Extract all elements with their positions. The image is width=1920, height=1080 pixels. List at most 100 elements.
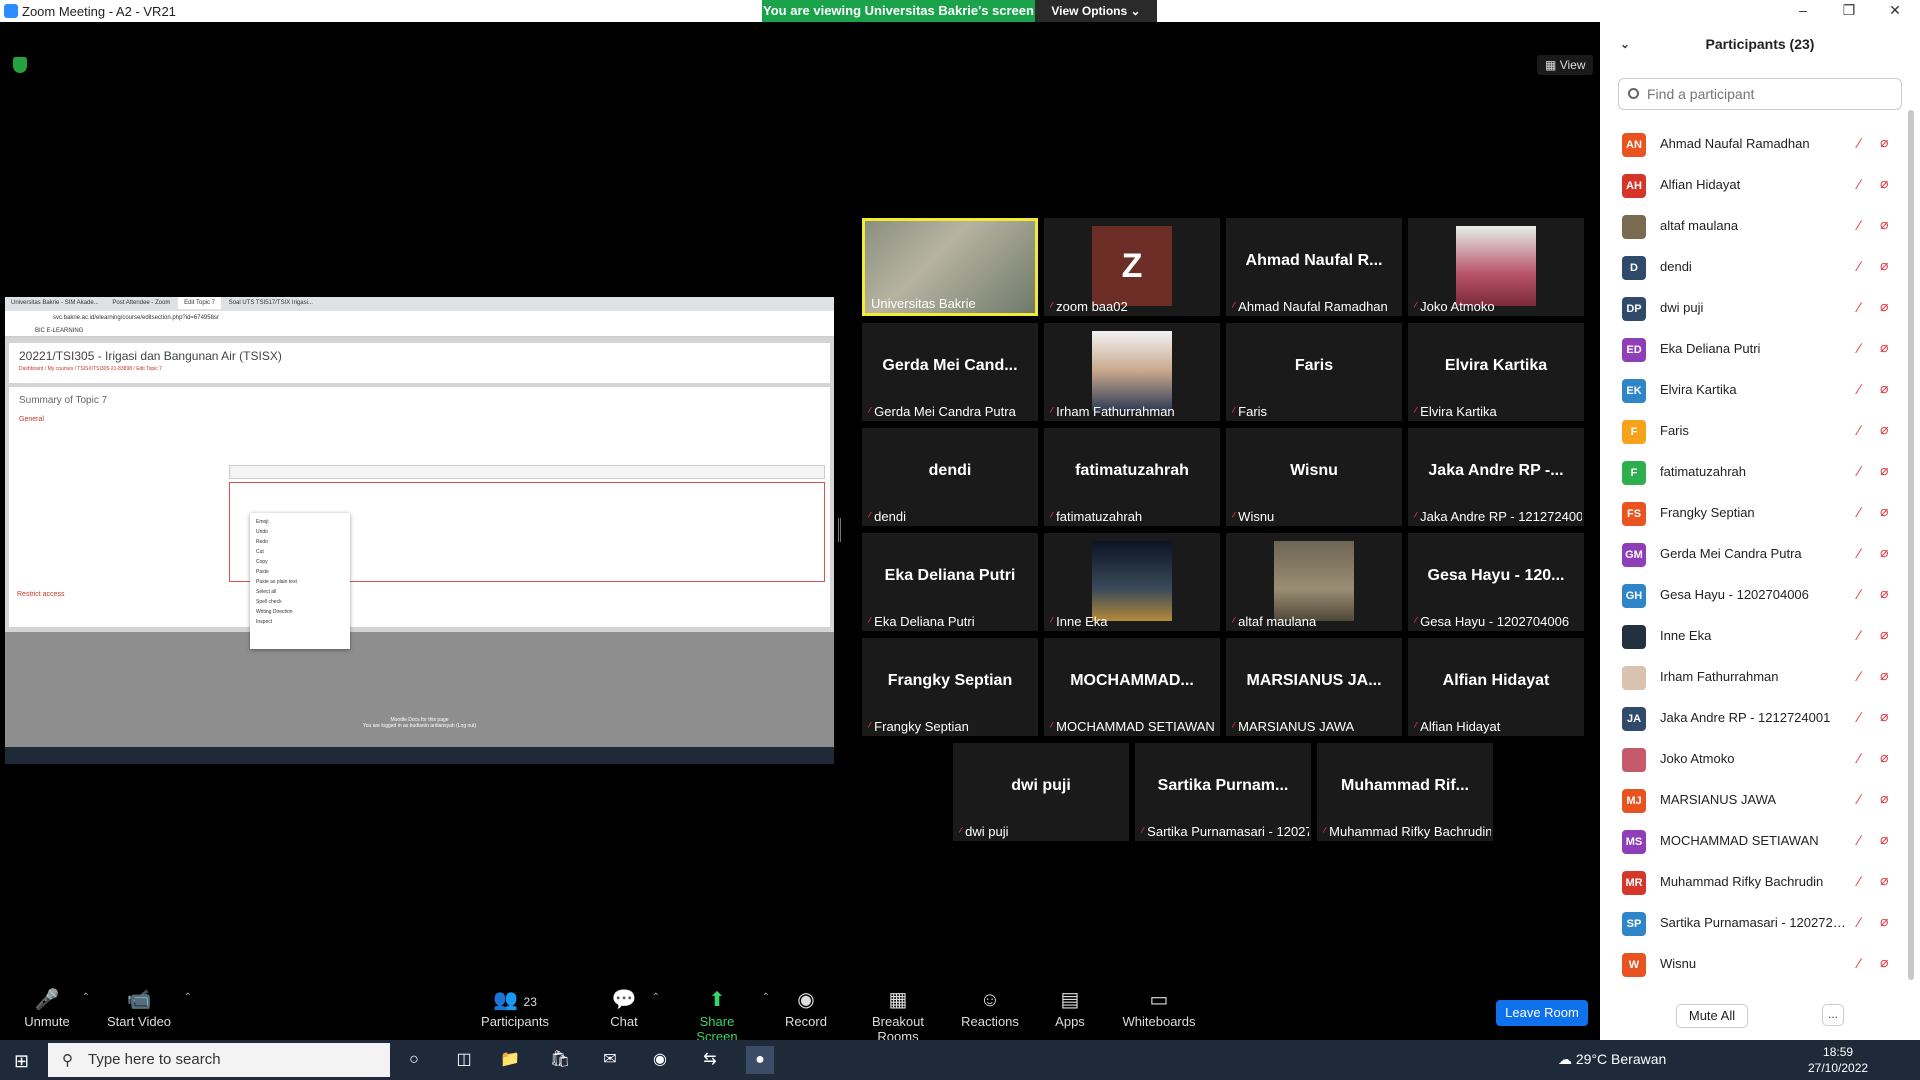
muted-mic-icon: ∕ [1858, 381, 1861, 397]
more-options-button[interactable]: ... [1822, 1004, 1844, 1026]
participant-row[interactable]: AH Alfian Hidayat ∕ ⌀ [1600, 165, 1912, 206]
participant-row[interactable]: Inne Eka ∕ ⌀ [1600, 616, 1912, 657]
chrome-icon[interactable]: ◉ [646, 1046, 674, 1074]
taskbar-search[interactable]: ⚲ Type here to search [48, 1043, 390, 1077]
maximize-button[interactable]: ❐ [1826, 2, 1872, 20]
file-explorer-icon[interactable]: 📁 [496, 1046, 524, 1074]
participant-row[interactable]: SP Sartika Purnamasari - 1202724... ∕ ⌀ [1600, 903, 1912, 944]
caret-up-icon[interactable]: ⌃ [652, 992, 660, 1003]
participant-row[interactable]: EK Elvira Kartika ∕ ⌀ [1600, 370, 1912, 411]
zoom-icon [4, 4, 18, 18]
participants-scrollbar[interactable] [1908, 110, 1914, 980]
taskbar-search-text: Type here to search [88, 1051, 221, 1068]
video-tile[interactable]: Muhammad Rif... ∕ Muhammad Rifky Bachrudin [1317, 743, 1493, 841]
participant-row[interactable]: GM Gerda Mei Candra Putra ∕ ⌀ [1600, 534, 1912, 575]
video-tile[interactable]: fatimatuzahrah ∕ fatimatuzahrah [1044, 428, 1220, 526]
task-view-icon[interactable]: ◫ [450, 1046, 478, 1074]
participant-row[interactable]: ED Eka Deliana Putri ∕ ⌀ [1600, 329, 1912, 370]
participant-row[interactable]: W Wisnu ∕ ⌀ [1600, 944, 1912, 985]
minimize-button[interactable]: – [1780, 2, 1826, 20]
cloud-icon: ☁ [1558, 1051, 1572, 1067]
caret-up-icon[interactable]: ⌃ [762, 992, 770, 1003]
muted-mic-icon: ∕ [1858, 750, 1861, 766]
view-options-button[interactable]: View Options ⌄ [1035, 0, 1157, 22]
cortana-icon[interactable]: ○ [400, 1046, 428, 1074]
video-tile[interactable]: Eka Deliana Putri ∕ Eka Deliana Putri [862, 533, 1038, 631]
participant-row[interactable]: FS Frangky Septian ∕ ⌀ [1600, 493, 1912, 534]
tile-name-label: ∕ Irham Fathurrahman [1050, 404, 1218, 419]
video-tile[interactable]: Sartika Purnam... ∕ Sartika Purnamasari - … [1135, 743, 1311, 841]
participant-row[interactable]: JA Jaka Andre RP - 1212724001 ∕ ⌀ [1600, 698, 1912, 739]
video-tile[interactable]: MOCHAMMAD... ∕ MOCHAMMAD SETIAWAN [1044, 638, 1220, 736]
participant-row[interactable]: Ddendi ∕ ⌀ [1600, 247, 1912, 288]
video-tile[interactable]: dendi ∕ dendi [862, 428, 1038, 526]
close-button[interactable]: ✕ [1872, 2, 1918, 20]
context-menu-item: Writing Direction [256, 609, 293, 615]
collapse-chevron-icon[interactable]: ⌄ [1620, 22, 1630, 66]
store-icon[interactable]: 🛍 [546, 1046, 574, 1074]
video-tile[interactable]: Z ∕ zoom baa02 [1044, 218, 1220, 316]
share-screen-button[interactable]: ⬆ Share Screen ⌃ [682, 986, 770, 1044]
video-tile[interactable]: Wisnu ∕ Wisnu [1226, 428, 1402, 526]
participant-row[interactable]: Irham Fathurrahman ∕ ⌀ [1600, 657, 1912, 698]
whiteboards-button[interactable]: ▭ Whiteboards [1122, 986, 1196, 1029]
video-tile[interactable]: ∕ Joko Atmoko [1408, 218, 1584, 316]
participant-name: Gesa Hayu - 1202704006 [1420, 614, 1570, 629]
zoom-taskbar-icon[interactable]: ● [746, 1046, 774, 1074]
participant-row[interactable]: Joko Atmoko ∕ ⌀ [1600, 739, 1912, 780]
tile-name-label: ∕Sartika Purnamasari - 1202724... [1141, 824, 1309, 839]
participant-name: Faris [1238, 404, 1268, 419]
record-button[interactable]: ◉ Record [782, 986, 830, 1029]
participant-row[interactable]: altaf maulana ∕ ⌀ [1600, 206, 1912, 247]
start-video-button[interactable]: 📹 Start Video ⌃ [104, 986, 192, 1029]
mail-icon[interactable]: ✉ [596, 1046, 624, 1074]
video-tile[interactable]: Jaka Andre RP -... ∕ Jaka Andre RP - 12127… [1408, 428, 1584, 526]
video-tile[interactable]: Faris ∕ Faris [1226, 323, 1402, 421]
video-tile[interactable]: Elvira Kartika ∕ Elvira Kartika [1408, 323, 1584, 421]
split-view-divider[interactable] [838, 518, 841, 542]
weather-widget[interactable]: ☁ 29°C Berawan [1558, 1051, 1666, 1068]
video-tile[interactable]: Frangky Septian ∕ Frangky Septian [862, 638, 1038, 736]
video-tile[interactable]: Gesa Hayu - 120... ∕ Gesa Hayu - 120270400… [1408, 533, 1584, 631]
view-button[interactable]: ▦ View [1537, 55, 1593, 75]
taskbar-clock[interactable]: 18:59 27/10/2022 [1808, 1044, 1868, 1076]
participants-button[interactable]: 👥 23 Participants [480, 986, 550, 1029]
reactions-button[interactable]: ☺ Reactions [960, 986, 1020, 1029]
view-button-label: View [1559, 58, 1586, 72]
page-footer-area [5, 632, 834, 747]
video-tile[interactable]: Universitas Bakrie [862, 218, 1038, 316]
video-tile[interactable]: Alfian Hidayat ∕ Alfian Hidayat [1408, 638, 1584, 736]
leave-room-button[interactable]: Leave Room [1496, 1000, 1588, 1026]
participant-row[interactable]: Ffatimatuzahrah ∕ ⌀ [1600, 452, 1912, 493]
caret-up-icon[interactable]: ⌃ [82, 992, 90, 1003]
video-tile[interactable]: MARSIANUS JA... ∕ MARSIANUS JAWA [1226, 638, 1402, 736]
participant-row[interactable]: MS MOCHAMMAD SETIAWAN ∕ ⌀ [1600, 821, 1912, 862]
find-participant-input[interactable] [1618, 78, 1902, 110]
windows-start-icon[interactable]: ⊞ [14, 1051, 29, 1072]
topic-heading: Summary of Topic 7 [19, 395, 108, 406]
teamviewer-icon[interactable]: ⇆ [696, 1046, 724, 1074]
video-tile[interactable]: ∕ Inne Eka [1044, 533, 1220, 631]
security-shield-icon[interactable] [13, 57, 27, 73]
mute-all-button[interactable]: Mute All [1676, 1004, 1748, 1028]
tile-display-name: Gesa Hayu - 120... [1427, 567, 1565, 584]
participant-name: zoom baa02 [1056, 299, 1128, 314]
video-tile[interactable]: dwi puji ∕ dwi puji [953, 743, 1129, 841]
chat-button[interactable]: 💬 Chat ⌃ [606, 986, 660, 1029]
video-tile[interactable]: Gerda Mei Cand... ∕ Gerda Mei Candra Putra [862, 323, 1038, 421]
video-tile[interactable]: ∕ altaf maulana [1226, 533, 1402, 631]
participant-row[interactable]: MJ MARSIANUS JAWA ∕ ⌀ [1600, 780, 1912, 821]
video-tile[interactable]: ∕ Irham Fathurrahman [1044, 323, 1220, 421]
apps-button[interactable]: ▤ Apps [1050, 986, 1090, 1029]
participant-row[interactable]: GH Gesa Hayu - 1202704006 ∕ ⌀ [1600, 575, 1912, 616]
caret-up-icon[interactable]: ⌃ [184, 992, 192, 1003]
participants-icon: 👥 23 [493, 989, 537, 1011]
video-tile[interactable]: Ahmad Naufal R... ∕ Ahmad Naufal Ramadhan [1226, 218, 1402, 316]
breakout-rooms-button[interactable]: ▦ Breakout Rooms [852, 986, 944, 1044]
participant-row[interactable]: MR Muhammad Rifky Bachrudin ∕ ⌀ [1600, 862, 1912, 903]
muted-mic-icon: ∕ [1858, 422, 1861, 438]
participant-row[interactable]: AN Ahmad Naufal Ramadhan ∕ ⌀ [1600, 124, 1912, 165]
participant-row[interactable]: F Faris ∕ ⌀ [1600, 411, 1912, 452]
unmute-button[interactable]: 🎤 Unmute ⌃ [22, 986, 90, 1029]
participant-row[interactable]: DP dwi puji ∕ ⌀ [1600, 288, 1912, 329]
